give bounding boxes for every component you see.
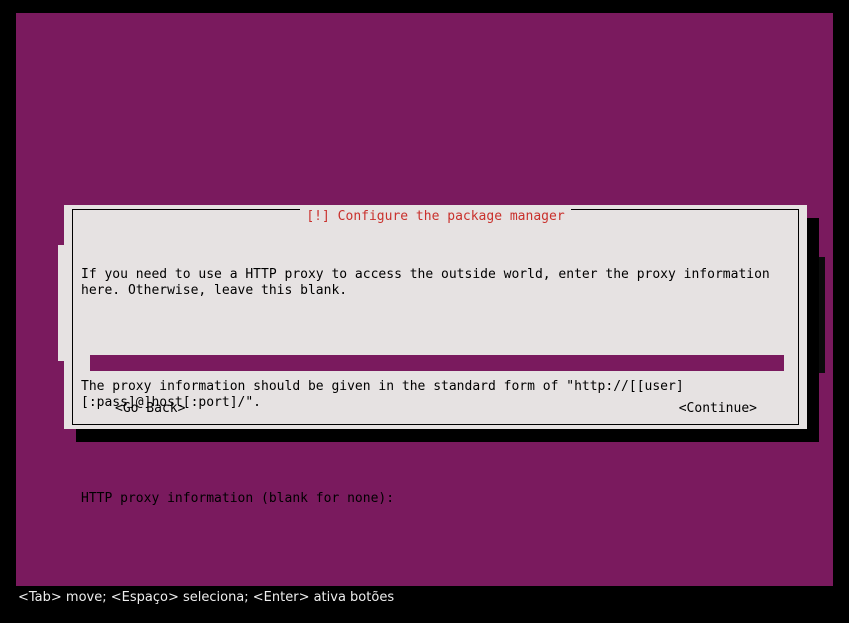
status-bar-text: <Tab> move; <Espaço> seleciona; <Enter> … <box>18 590 394 605</box>
status-bar: <Tab> move; <Espaço> seleciona; <Enter> … <box>16 590 833 608</box>
http-proxy-input[interactable] <box>90 355 784 371</box>
dialog-title: [!] Configure the package manager <box>300 209 570 224</box>
continue-button[interactable]: <Continue> <box>679 401 757 417</box>
spacer <box>81 331 791 347</box>
dialog-body: If you need to use a HTTP proxy to acces… <box>81 235 791 539</box>
dialog-prompt: HTTP proxy information (blank for none): <box>81 491 791 507</box>
installer-screen: [!] Configure the package manager If you… <box>16 13 833 586</box>
dialog-text-1: If you need to use a HTTP proxy to acces… <box>81 267 791 299</box>
background-dialog-edge-right <box>819 257 825 373</box>
dialog-button-row: <Go Back> <Continue> <box>81 401 791 417</box>
dialog-title-wrap: [!] Configure the package manager <box>64 209 807 225</box>
go-back-button[interactable]: <Go Back> <box>115 401 185 417</box>
spacer <box>81 443 791 459</box>
